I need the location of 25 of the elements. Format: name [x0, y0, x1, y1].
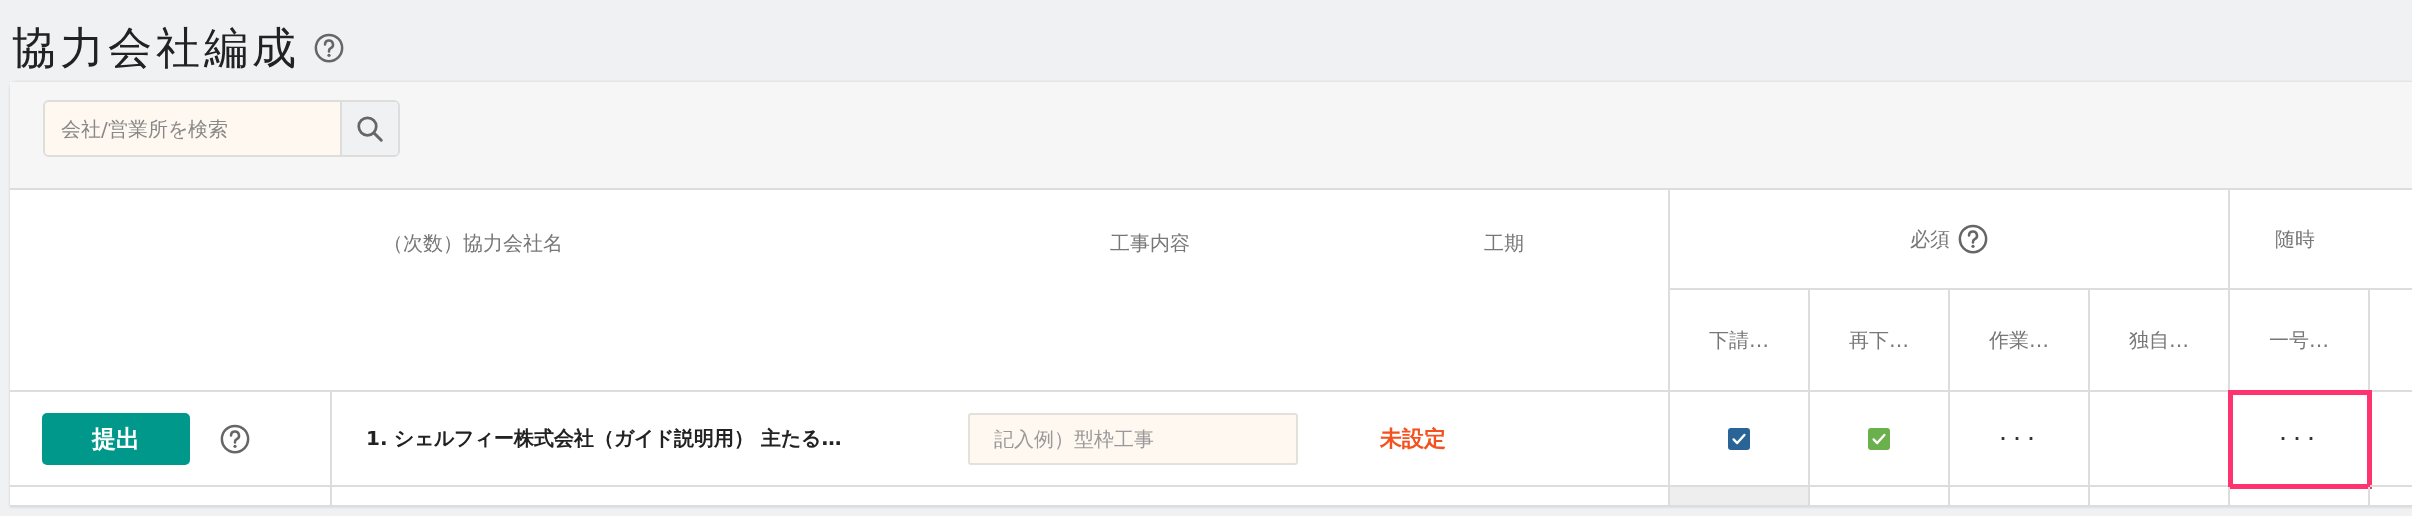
- column-header: 再下…: [1849, 326, 1909, 354]
- page-title: 協力会社編成: [12, 20, 300, 75]
- column-header: 工事内容: [1110, 230, 1190, 257]
- search-button[interactable]: [340, 102, 398, 155]
- group-header: 必須: [1910, 225, 1950, 253]
- search-field[interactable]: 会社/営業所を検索: [43, 100, 400, 157]
- help-icon[interactable]: [1958, 224, 1988, 254]
- column-header: 工期: [1484, 230, 1524, 257]
- column-header: 下請…: [1709, 326, 1769, 354]
- column-header: 一号…: [2269, 326, 2329, 354]
- help-icon[interactable]: [314, 33, 344, 63]
- checkbox[interactable]: [1868, 427, 1890, 450]
- work-field[interactable]: 記入例）型枠工事: [968, 412, 1298, 465]
- column-header: 作業…: [1989, 326, 2049, 354]
- help-icon[interactable]: [220, 423, 250, 454]
- period-status: 未設定: [1380, 424, 1446, 453]
- group-header: 随時: [2275, 225, 2315, 253]
- company-name: 1. シェルフィー株式会社（ガイド説明用） 主たる…: [366, 425, 842, 452]
- more-button[interactable]: ･･･: [2270, 422, 2328, 455]
- search-icon: [355, 113, 385, 144]
- column-header: （次数）協力会社名: [383, 230, 563, 257]
- column-header: 独自…: [2129, 326, 2189, 354]
- more-button[interactable]: ･･･: [1990, 422, 2048, 455]
- checkbox[interactable]: [1728, 427, 1750, 450]
- submit-button[interactable]: 提出: [42, 412, 190, 465]
